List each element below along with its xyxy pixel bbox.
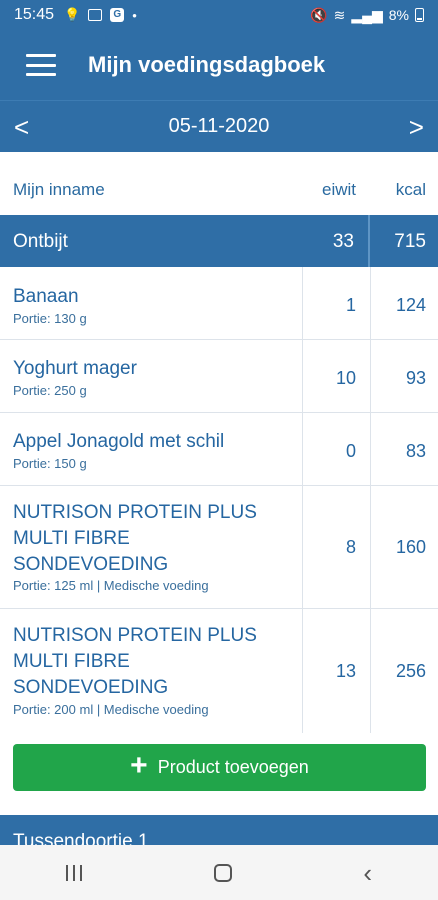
meal-kcal-total: 715 [394, 231, 426, 252]
food-item-kcal: 256 [395, 661, 426, 681]
chevron-right-icon[interactable]: > [395, 114, 438, 140]
column-kcal-label: kcal [395, 180, 426, 199]
wifi-icon: ≋ [333, 6, 346, 23]
food-item-portion: Portie: 250 g [13, 383, 87, 398]
current-date[interactable]: 05-11-2020 [169, 115, 270, 138]
recents-icon[interactable] [65, 864, 82, 881]
food-item-name: NUTRISON PROTEIN PLUS MULTI FIBRE SONDEV… [13, 625, 257, 698]
food-item-eiwit: 8 [345, 537, 356, 557]
meal-header-ontbijt[interactable]: Ontbijt 33 715 [0, 215, 438, 267]
add-product-label: Product toevoegen [157, 757, 309, 777]
list-item[interactable]: Yoghurt mager Portie: 250 g 10 93 [0, 340, 438, 413]
meal-name: Ontbijt [13, 231, 68, 252]
dot-icon: • [132, 7, 137, 23]
food-item-eiwit: 10 [335, 368, 356, 388]
plus-icon: + [130, 749, 148, 782]
add-product-button[interactable]: + Product toevoegen [13, 744, 426, 791]
food-item-portion: Portie: 200 ml | Medische voeding [13, 702, 209, 717]
home-icon[interactable] [213, 863, 232, 882]
food-item-eiwit: 13 [335, 661, 356, 681]
food-item-kcal: 93 [405, 368, 426, 388]
status-bar: 15:45 💡 G • 🔇 ≋ ▂▄▆ 8% [0, 0, 438, 30]
column-header: Mijn inname eiwit kcal [0, 172, 438, 208]
chevron-left-icon[interactable]: < [0, 114, 43, 140]
meal-name: Tussendoortje 1 [13, 831, 149, 845]
date-navigator: < 05-11-2020 > [0, 100, 438, 152]
list-item[interactable]: NUTRISON PROTEIN PLUS MULTI FIBRE SONDEV… [0, 486, 438, 609]
food-item-portion: Portie: 130 g [13, 311, 87, 326]
food-item-kcal: 160 [395, 537, 426, 557]
lightbulb-icon: 💡 [64, 7, 81, 22]
food-item-eiwit: 1 [345, 295, 356, 315]
back-icon[interactable]: ‹ [363, 860, 372, 886]
app-bar: Mijn voedingsdagboek [0, 30, 438, 100]
battery-percent: 8% [388, 7, 409, 23]
mute-icon: 🔇 [310, 6, 328, 23]
image-icon [88, 9, 103, 21]
system-navigation-bar: ‹ [0, 845, 438, 900]
menu-icon[interactable] [26, 54, 56, 76]
food-item-eiwit: 0 [345, 441, 356, 461]
food-item-portion: Portie: 150 g [13, 456, 87, 471]
food-item-list: Banaan Portie: 130 g 1 124 Yoghurt mager… [0, 267, 438, 733]
signal-icon: ▂▄▆ [351, 6, 383, 23]
meal-eiwit-total: 33 [332, 231, 354, 252]
food-item-kcal: 124 [395, 295, 426, 315]
food-item-name: Yoghurt mager [13, 358, 137, 379]
list-item[interactable]: Appel Jonagold met schil Portie: 150 g 0… [0, 413, 438, 486]
list-item[interactable]: NUTRISON PROTEIN PLUS MULTI FIBRE SONDEV… [0, 609, 438, 733]
food-item-portion: Portie: 125 ml | Medische voeding [13, 578, 209, 593]
page-title: Mijn voedingsdagboek [88, 52, 326, 77]
column-name-label: Mijn inname [13, 180, 105, 199]
food-item-kcal: 83 [405, 441, 426, 461]
list-item[interactable]: Banaan Portie: 130 g 1 124 [0, 267, 438, 340]
battery-icon [415, 8, 424, 22]
system-icons: 🔇 ≋ ▂▄▆ 8% [310, 7, 424, 24]
food-item-name: Banaan [13, 286, 79, 307]
food-item-name: Appel Jonagold met schil [13, 431, 225, 452]
column-eiwit-label: eiwit [321, 180, 356, 199]
status-time: 15:45 [14, 6, 55, 23]
column-divider [368, 215, 370, 267]
meal-header-tussendoortje[interactable]: Tussendoortje 1 [0, 815, 438, 845]
food-item-name: NUTRISON PROTEIN PLUS MULTI FIBRE SONDEV… [13, 502, 257, 575]
g-app-icon: G [110, 8, 125, 22]
notification-icons: 💡 G • [64, 7, 137, 23]
